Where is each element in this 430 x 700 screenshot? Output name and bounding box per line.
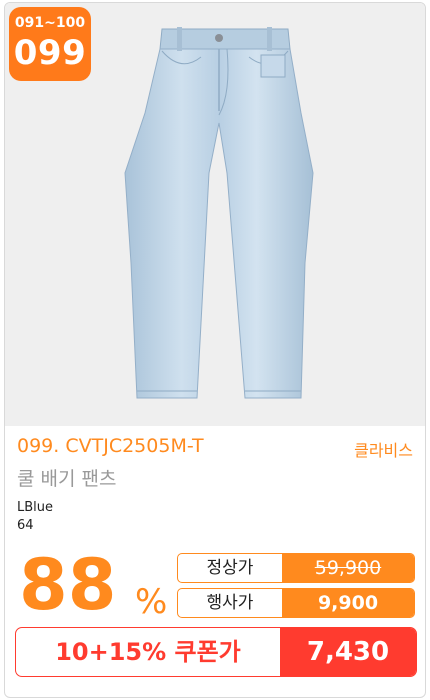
- rank-badge: 091~100 099: [9, 7, 91, 81]
- discount-unit: %: [135, 582, 168, 622]
- rank-number: 099: [13, 33, 87, 73]
- event-price-box: 행사가 9,900: [177, 588, 415, 618]
- product-image[interactable]: 091~100 099: [5, 3, 425, 426]
- rank-range: 091~100: [14, 15, 86, 31]
- regular-price-box: 정상가 59,900: [177, 553, 415, 583]
- product-name[interactable]: 쿨 배기 팬츠: [17, 464, 116, 491]
- event-price-label: 행사가: [206, 593, 254, 613]
- product-color: LBlue: [17, 500, 54, 515]
- product-size: 64: [17, 518, 34, 533]
- product-card[interactable]: 091~100 099 099. CVTJC2505M-T 클라비스 쿨 배기 …: [4, 2, 426, 698]
- product-code: 099. CVTJC2505M-T: [17, 435, 204, 457]
- coupon-price-box[interactable]: 10+15% 쿠폰가 7,430: [15, 627, 417, 677]
- brand-name[interactable]: 클라비스: [354, 437, 413, 461]
- coupon-price-label: 10+15% 쿠폰가: [55, 638, 241, 666]
- discount-value: 88: [19, 544, 117, 626]
- regular-price-label: 정상가: [206, 558, 254, 578]
- regular-price-value: 59,900: [282, 554, 414, 582]
- event-price-value: 9,900: [282, 589, 414, 617]
- coupon-price-value: 7,430: [280, 628, 416, 676]
- discount-rate: 88 %: [19, 544, 167, 626]
